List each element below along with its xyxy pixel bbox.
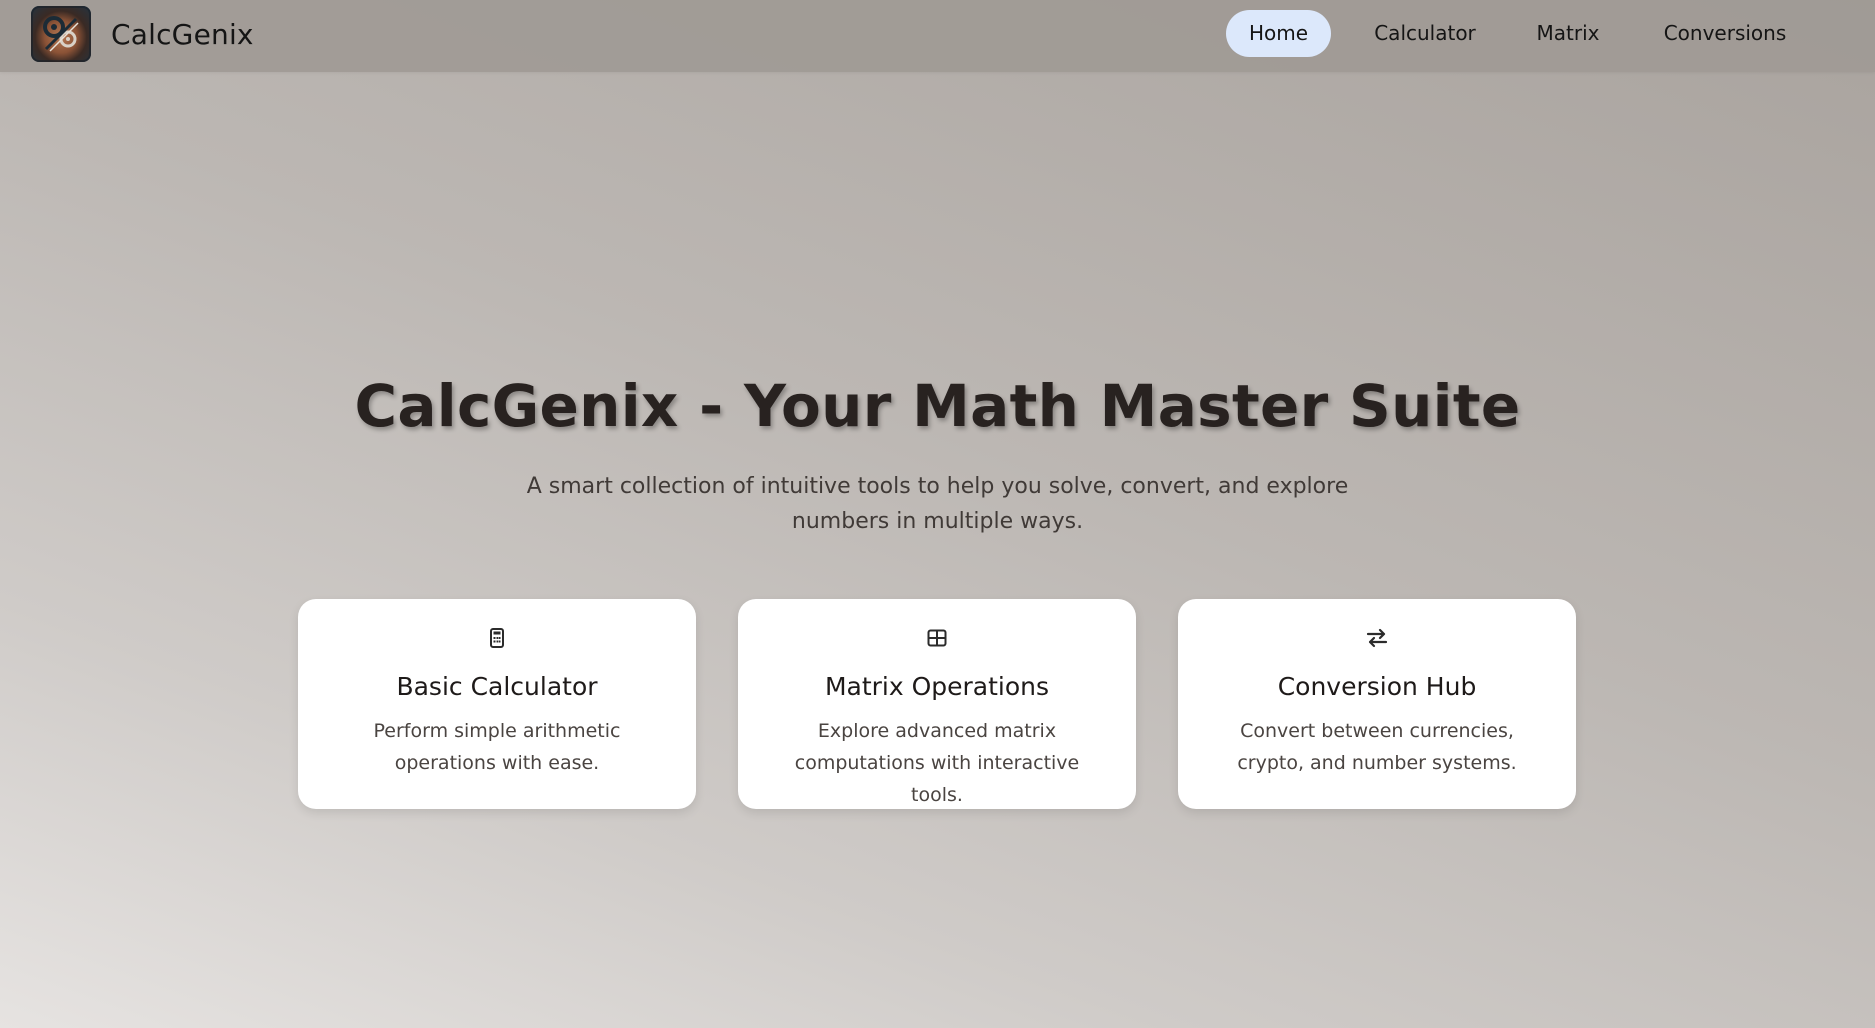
card-title: Basic Calculator [396,672,598,701]
table-grid-icon [738,627,1136,651]
hero-title: CalcGenix - Your Math Master Suite [354,372,1521,440]
card-basic-calculator[interactable]: Basic Calculator Perform simple arithmet… [298,599,696,809]
card-description: Explore advanced matrix computations wit… [794,720,1080,806]
card-title: Matrix Operations [824,672,1050,701]
card-conversion-hub[interactable]: Conversion Hub Convert between currencie… [1178,599,1576,809]
card-description: Perform simple arithmetic operations wit… [373,720,621,774]
top-navbar: CalcGenix Home Calculator Matrix Convers… [0,0,1875,72]
card-matrix-operations[interactable]: Matrix Operations Explore advanced matri… [738,599,1136,809]
exchange-arrows-icon [1178,627,1576,651]
calculator-icon [298,627,696,651]
nav-calculator[interactable]: Calculator [1360,10,1490,57]
brand[interactable]: CalcGenix [31,6,254,62]
card-title: Conversion Hub [1277,672,1477,701]
nav-home[interactable]: Home [1226,10,1331,57]
nav-matrix[interactable]: Matrix [1518,10,1618,57]
nav-conversions[interactable]: Conversions [1650,10,1800,57]
card-description: Convert between currencies, crypto, and … [1237,720,1517,774]
gears-logo-icon [31,6,91,62]
hero-subtitle: A smart collection of intuitive tools to… [526,474,1349,534]
brand-name: CalcGenix [111,17,254,51]
